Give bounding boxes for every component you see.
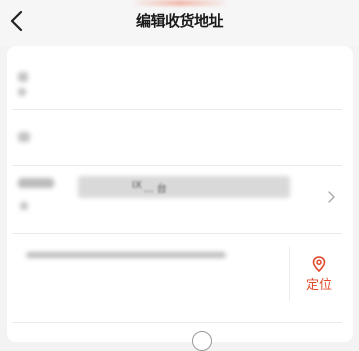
- region-selector[interactable]: ... 台 IX: [14, 170, 344, 226]
- blurred-region-label: [18, 178, 54, 188]
- recipient-name-field[interactable]: [18, 60, 298, 100]
- region-partial-text: ... 台: [144, 184, 167, 195]
- chevron-right-icon[interactable]: [326, 190, 336, 204]
- phone-field[interactable]: [18, 118, 298, 158]
- blurred-name: [18, 88, 26, 96]
- blurred-phone: [18, 132, 30, 142]
- blurred-region-value: [78, 176, 290, 198]
- detail-address-field[interactable]: [18, 240, 280, 300]
- locate-divider: [289, 247, 290, 301]
- blurred-detail-address: [26, 252, 226, 258]
- blurred-name: [18, 72, 28, 82]
- default-address-toggle[interactable]: [192, 331, 212, 351]
- row-divider: [12, 233, 342, 234]
- locate-label: 定位: [305, 278, 332, 293]
- row-divider: [12, 109, 342, 110]
- blurred-banner: [135, 0, 225, 6]
- row-divider: [12, 322, 342, 323]
- top-nav-bar: 编辑收货地址: [0, 0, 359, 46]
- location-pin-icon: [312, 256, 326, 272]
- page-title: 编辑收货地址: [135, 12, 224, 30]
- blurred-region-mark: [20, 202, 28, 210]
- locate-button[interactable]: 定位: [298, 256, 340, 306]
- row-divider: [12, 165, 342, 166]
- region-suffix-text: IX: [132, 180, 142, 191]
